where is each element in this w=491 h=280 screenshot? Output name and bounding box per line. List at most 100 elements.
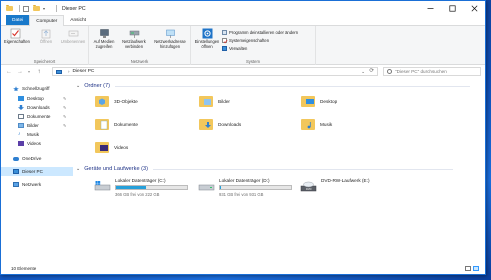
back-button[interactable]: ← [5,69,13,75]
documents-folder-icon [95,119,109,130]
forward-button[interactable]: → [16,69,24,75]
rename-button[interactable]: Umbenennen [60,28,86,45]
desktop-folder-icon [301,96,315,107]
network-drive-icon [129,28,140,39]
drive-c[interactable]: Lokaler Datenträger (C:) 366 GB frei von… [94,178,188,200]
close-button[interactable] [463,1,485,16]
folder-documents[interactable]: Dokumente [94,114,138,134]
open-icon [41,28,52,39]
drive-c-usage-bar [115,185,188,190]
nav-quick-access-label: Schnellzugriff [22,86,50,91]
drive-d[interactable]: Lokaler Datenträger (D:) 931 GB frei von… [198,178,292,200]
customize-toolbar-icon[interactable]: ▾ [43,6,50,12]
access-media-label-2: zugreifen [95,43,113,49]
folder-music[interactable]: Musik [300,114,332,134]
check-icon [222,37,228,43]
tab-view[interactable]: Ansicht [64,15,92,25]
add-network-location-button[interactable]: Netzwerkadresse hinzufügen [151,28,189,50]
drives-header-label: Geräte und Laufwerke (3) [84,166,148,172]
quick-access-toolbar: ▾ [6,4,60,12]
nav-this-pc[interactable]: Dieser PC [1,167,73,176]
pin-icon[interactable]: ✎ [63,123,66,128]
system-properties-link[interactable]: Systemeigenschaften [222,37,269,43]
pictures-icon [18,123,24,128]
nav-downloads[interactable]: Downloads ✎ [1,103,73,112]
dvd-drive-icon: DVD [300,181,317,192]
divider [115,85,471,87]
open-button[interactable]: Öffnen [35,28,57,45]
address-history-icon[interactable]: ⌄ [361,69,365,75]
nav-pictures-label: Bilder [27,123,39,128]
refresh-icon[interactable]: ⟳ [369,68,374,74]
music-folder-icon [301,119,315,130]
open-settings-button[interactable]: Einstellungen öffnen [193,28,221,50]
desktop-icon [18,96,24,101]
details-view-icon[interactable] [465,266,471,271]
computer-icon [13,169,19,174]
nav-quick-access[interactable]: Schnellzugriff [1,84,73,93]
nav-desktop[interactable]: Desktop ✎ [1,94,73,103]
recent-locations-button[interactable]: ▾ [25,69,33,74]
pin-icon[interactable]: ✎ [63,96,66,101]
folder-downloads[interactable]: Downloads [198,114,241,134]
location-group: Eigenschaften Öffnen Umbenennen Speicher… [1,26,89,65]
uninstall-program-link[interactable]: Programm deinstallieren oder ändern [222,29,298,35]
address-bar[interactable]: › Dieser PC ⌄ ⟳ [52,67,378,76]
drive-d-usage-fill [220,186,221,189]
drive-d-usage-bar [219,185,292,190]
this-pc-icon [56,69,62,74]
search-icon [387,69,392,74]
network-icon [13,182,19,187]
nav-network[interactable]: Netzwerk [1,180,73,189]
content-area: ⌄ Ordner (7) 3D-Objekte Bilder Desktop D… [76,81,485,261]
breadcrumb-this-pc[interactable]: Dieser PC [73,69,95,74]
up-button[interactable]: ↑ [35,69,43,75]
folders-section-header[interactable]: ⌄ Ordner (7) [76,83,471,89]
folder-pictures[interactable]: Bilder [198,91,230,111]
properties-icon[interactable] [23,5,30,12]
manage-link[interactable]: Verwalten [222,45,247,51]
system-group-label: System [246,59,260,64]
drive-c-usage-fill [116,186,146,189]
pin-icon[interactable]: ✎ [63,105,66,110]
folder-videos[interactable]: Videos [94,137,128,157]
divider [152,168,453,170]
nav-videos[interactable]: Videos [1,139,73,148]
nav-downloads-label: Downloads [27,105,50,110]
drives-section-header[interactable]: ⌄ Geräte und Laufwerke (3) [76,166,453,172]
access-media-button[interactable]: Auf Medien zugreifen [91,28,117,50]
properties-button[interactable]: Eigenschaften [4,28,30,45]
properties-label: Eigenschaften [4,39,30,44]
tab-file[interactable]: Datei [6,15,30,25]
status-bar-item-count: 10 Elemente [11,266,37,271]
nav-desktop-label: Desktop [27,96,44,101]
open-settings-label-2: öffnen [201,43,213,49]
3d-objects-icon [95,96,109,107]
pin-icon[interactable]: ✎ [63,114,66,119]
maximize-button[interactable] [441,1,463,16]
pictures-folder-icon [199,96,213,107]
nav-onedrive[interactable]: OneDrive [1,154,73,163]
nav-documents[interactable]: Dokumente ✎ [1,112,73,121]
folder-3d-objects[interactable]: 3D-Objekte [94,91,138,111]
nav-music[interactable]: ♪ Musik [1,130,73,139]
drive-e[interactable]: DVD DVD-RW-Laufwerk (E:) [300,178,370,200]
folder-desktop[interactable]: Desktop [300,91,337,111]
tab-computer[interactable]: Computer [29,15,65,26]
search-placeholder: "Dieser PC" durchsuchen [395,69,447,74]
system-properties-label: Systemeigenschaften [229,37,270,43]
map-drive-button[interactable]: Netzlaufwerk verbinden [118,28,150,50]
map-drive-label-2: verbinden [125,43,143,49]
chevron-down-icon: ⌄ [76,166,81,172]
music-icon: ♪ [18,131,21,137]
search-box[interactable]: "Dieser PC" durchsuchen [383,67,481,76]
new-folder-icon[interactable] [33,4,40,12]
download-icon [18,105,24,110]
tiles-view-icon[interactable] [473,266,479,271]
minimize-button[interactable] [419,1,441,16]
videos-folder-icon [95,142,109,153]
computer-management-icon [222,45,227,51]
uninstall-program-label: Programm deinstallieren oder ändern [229,29,299,35]
nav-pictures[interactable]: Bilder ✎ [1,121,73,130]
folder-label: Videos [114,144,129,150]
